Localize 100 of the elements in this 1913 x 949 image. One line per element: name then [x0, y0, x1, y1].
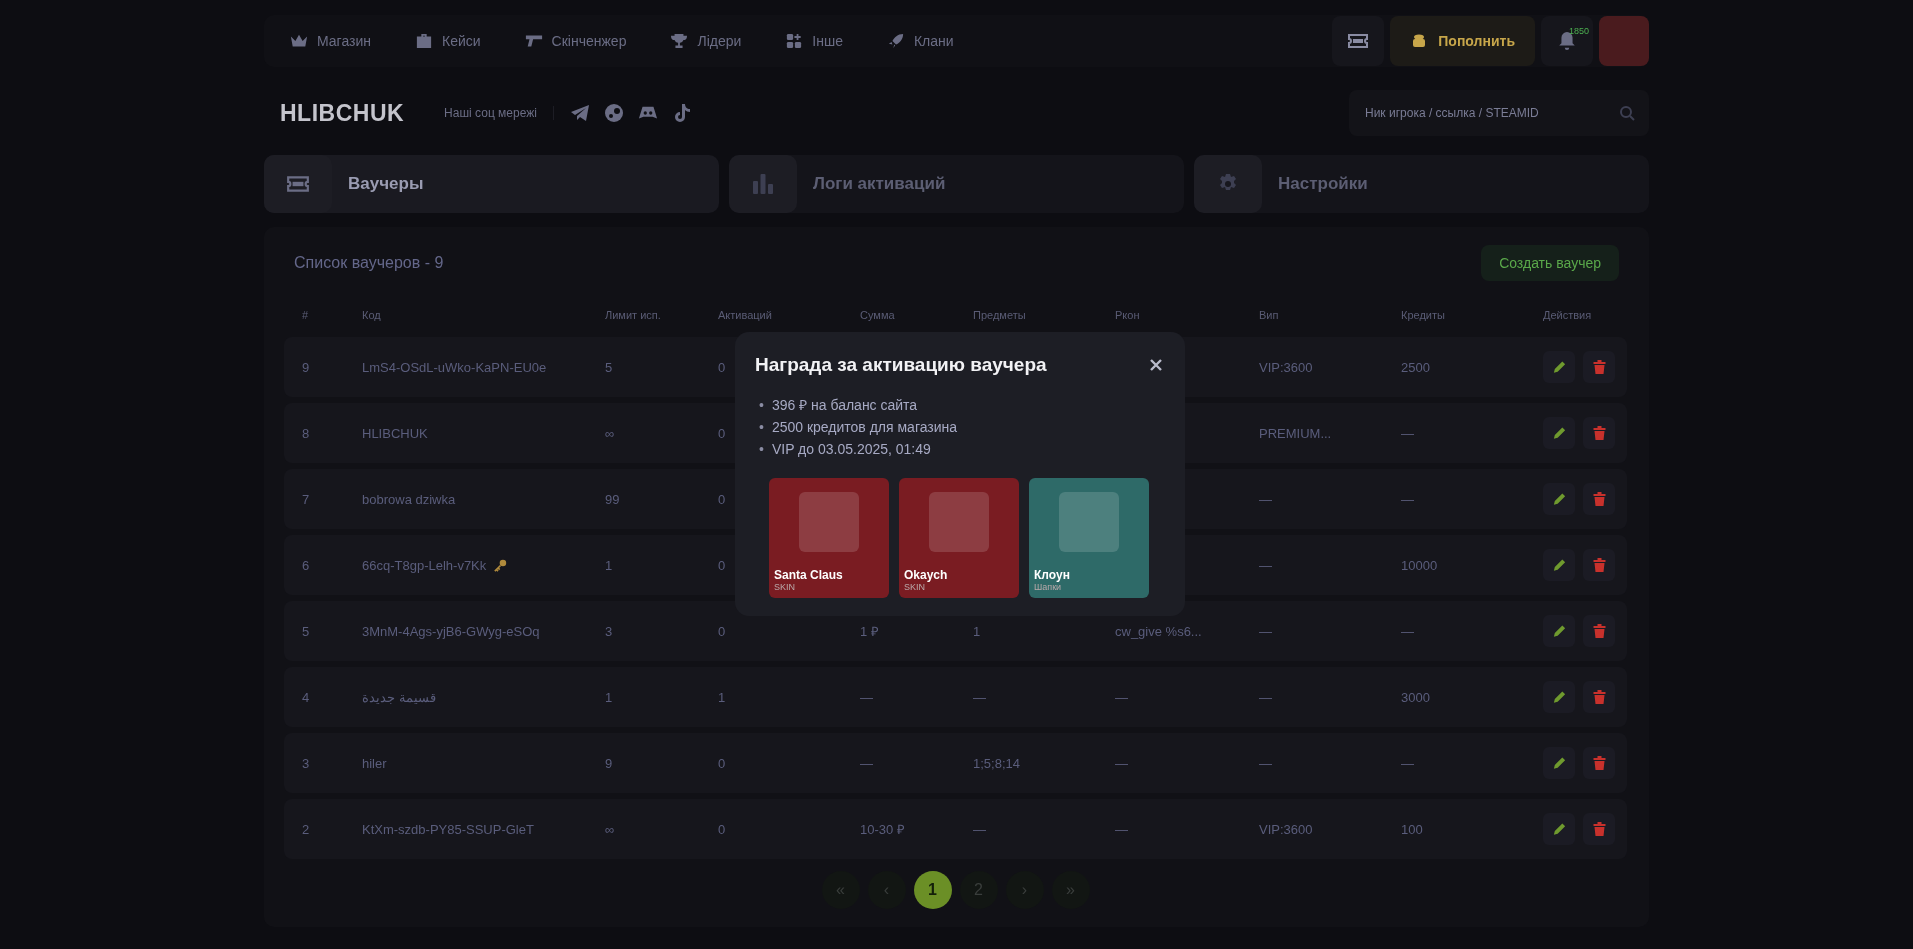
- table-cell: 0: [718, 359, 726, 375]
- edit-button[interactable]: [1543, 681, 1575, 713]
- table-cell: —: [1259, 491, 1272, 507]
- table-cell-text: 1 ₽: [860, 623, 879, 640]
- edit-button[interactable]: [1543, 615, 1575, 647]
- delete-button[interactable]: [1583, 549, 1615, 581]
- delete-button[interactable]: [1583, 813, 1615, 845]
- trash-icon: [1591, 623, 1607, 639]
- table-cell: 1: [973, 623, 981, 639]
- table-cell: —: [1115, 821, 1128, 837]
- table-cell: 8: [302, 425, 310, 441]
- bullet-mark: •: [759, 440, 764, 459]
- close-icon[interactable]: [1149, 358, 1163, 372]
- item-card[interactable]: Santa Claus SKIN: [769, 478, 889, 598]
- trash-icon: [1591, 821, 1607, 837]
- table-cell: 0: [718, 623, 726, 639]
- table-cell: 1: [605, 689, 613, 705]
- bar-chart-icon: [751, 173, 775, 195]
- item-type: SKIN: [904, 582, 926, 592]
- table-cell: —: [1259, 623, 1272, 639]
- create-voucher-button[interactable]: Создать ваучер: [1481, 245, 1619, 281]
- notification-count: 1850: [1569, 26, 1590, 36]
- page-button[interactable]: 1: [913, 871, 952, 909]
- delete-button[interactable]: [1583, 417, 1615, 449]
- table-cell: 100: [1401, 821, 1423, 837]
- item-type: Шапки: [1034, 582, 1063, 592]
- table-cell: ∞: [605, 425, 615, 441]
- edit-button[interactable]: [1543, 549, 1575, 581]
- delete-button[interactable]: [1583, 747, 1615, 779]
- pencil-icon: [1551, 623, 1567, 639]
- nav-link[interactable]: Магазин: [290, 33, 371, 49]
- column-header: Код: [362, 309, 382, 321]
- nav-link[interactable]: Лідери: [670, 33, 742, 49]
- item-image-placeholder: [929, 492, 989, 552]
- tab[interactable]: Ваучеры: [264, 155, 719, 213]
- paper-plane-icon[interactable]: [569, 103, 590, 123]
- table-cell: bobrowa dziwka: [362, 491, 456, 507]
- edit-button[interactable]: [1543, 483, 1575, 515]
- pencil-icon: [1551, 821, 1567, 837]
- table-cell: —: [860, 689, 873, 705]
- tab[interactable]: Логи активаций: [729, 155, 1184, 213]
- table-cell: cw_give %s6...: [1115, 623, 1202, 639]
- item-card[interactable]: Клоун Шапки: [1029, 478, 1149, 598]
- pencil-icon: [1551, 359, 1567, 375]
- delete-button[interactable]: [1583, 483, 1615, 515]
- top-up-button[interactable]: Пополнить: [1390, 16, 1535, 66]
- trash-icon: [1591, 359, 1607, 375]
- nav-link[interactable]: Інше: [785, 33, 843, 49]
- table-cell: —: [1259, 557, 1272, 573]
- column-header: Ркон: [1115, 309, 1141, 321]
- nav-link[interactable]: Клани: [886, 33, 954, 49]
- edit-button[interactable]: [1543, 813, 1575, 845]
- notifications-button[interactable]: 1850: [1541, 16, 1593, 66]
- item-name: Клоун: [1034, 568, 1071, 582]
- nav-link[interactable]: Кейси: [415, 33, 481, 49]
- table-cell: 9: [605, 755, 613, 771]
- delete-button[interactable]: [1583, 681, 1615, 713]
- table-cell: 0: [718, 491, 726, 507]
- delete-button[interactable]: [1583, 351, 1615, 383]
- pencil-icon: [1551, 557, 1567, 573]
- item-card[interactable]: Okaych SKIN: [899, 478, 1019, 598]
- table-cell: 1;5;8;14: [973, 755, 1020, 771]
- trash-icon: [1591, 689, 1607, 705]
- edit-button[interactable]: [1543, 747, 1575, 779]
- edit-button[interactable]: [1543, 417, 1575, 449]
- table-cell-text: 10-30 ₽: [860, 821, 905, 838]
- search-field[interactable]: Ник игрока / ссылка / STEAMID: [1349, 90, 1649, 136]
- nav-link[interactable]: Скінченжер: [524, 33, 627, 49]
- rocket-icon: [886, 33, 905, 49]
- voucher-button[interactable]: [1332, 16, 1385, 66]
- crown-icon: [290, 33, 308, 49]
- item-image-placeholder: [799, 492, 859, 552]
- panel-title: Список ваучеров - 9: [294, 254, 444, 272]
- table-cell: —: [860, 755, 873, 771]
- table-cell: LmS4-OSdL-uWko-KaPN-EU0e: [362, 359, 547, 375]
- table-cell: 3: [302, 755, 310, 771]
- table-cell: 10000: [1401, 557, 1438, 573]
- table-cell: VIP:3600: [1259, 359, 1313, 375]
- edit-button[interactable]: [1543, 351, 1575, 383]
- site-logo[interactable]: HLIBCHUK: [280, 99, 405, 127]
- table-cell: 3000: [1401, 689, 1430, 705]
- column-header: Активаций: [718, 309, 773, 321]
- column-header: #: [302, 309, 310, 321]
- table-cell: —: [1259, 689, 1272, 705]
- item-image-placeholder: [1059, 492, 1119, 552]
- ticket-icon: [1347, 33, 1370, 49]
- table-cell: 4: [302, 689, 310, 705]
- column-header: Вип: [1259, 309, 1280, 321]
- column-header: Сумма: [860, 309, 896, 321]
- tab[interactable]: Настройки: [1194, 155, 1649, 213]
- trash-icon: [1591, 425, 1607, 441]
- table-cell: KtXm-szdb-PY85-SSUP-GleT: [362, 821, 534, 837]
- item-name: Santa Claus: [774, 568, 844, 582]
- table-cell: —: [1401, 491, 1414, 507]
- delete-button[interactable]: [1583, 615, 1615, 647]
- column-header: Действия: [1543, 309, 1593, 321]
- table-cell: 3: [605, 623, 613, 639]
- table-cell: —: [1115, 755, 1128, 771]
- table-cell: 1: [605, 557, 613, 573]
- table-cell: —: [1115, 689, 1128, 705]
